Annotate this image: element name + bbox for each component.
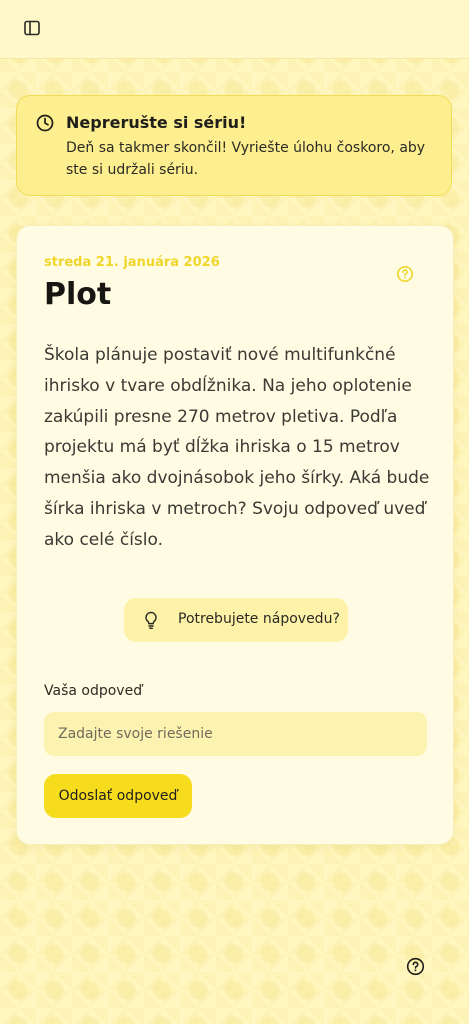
streak-banner-message: Deň sa takmer skončil! Vyriešte úlohu čo… — [66, 140, 426, 178]
submit-answer-button[interactable]: Odoslať odpoveď — [44, 774, 192, 818]
help-icon[interactable] — [406, 957, 425, 976]
question-circle-icon[interactable] — [396, 265, 414, 283]
top-bar — [0, 0, 469, 59]
streak-banner: Neprerušte si sériu! Deň sa takmer skonč… — [16, 95, 452, 196]
lightbulb-icon — [145, 611, 157, 629]
challenge-card: streda 21. januára 2026 Plot Škola plánu… — [16, 225, 454, 845]
challenge-date: streda 21. januára 2026 — [44, 255, 220, 270]
streak-banner-title: Neprerušte si sériu! — [66, 113, 247, 132]
hint-button[interactable]: Potrebujete nápovedu? — [124, 598, 348, 642]
clock-icon — [36, 114, 54, 132]
challenge-problem-text: Škola plánuje postaviť nové multifunkčné… — [44, 345, 430, 550]
challenge-title: Plot — [44, 277, 112, 312]
answer-label: Vaša odpoveď — [44, 683, 143, 699]
answer-input[interactable] — [44, 712, 427, 756]
hint-button-label: Potrebujete nápovedu? — [178, 611, 340, 627]
sidebar-panel-icon[interactable] — [22, 18, 42, 38]
